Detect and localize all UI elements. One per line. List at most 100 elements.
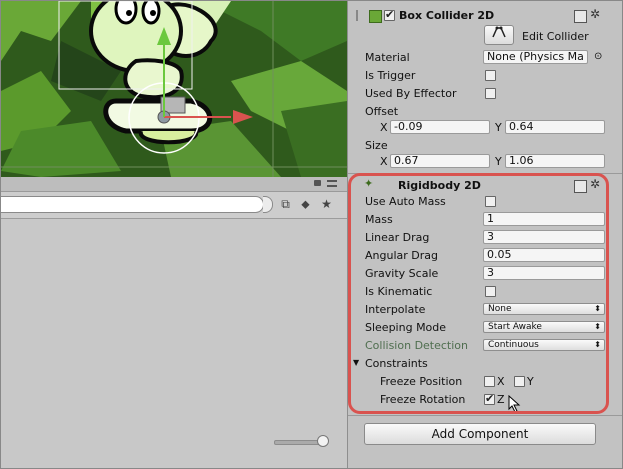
gravity-scale-row: Gravity Scale 3 [348,265,622,283]
freeze-position-row: Freeze Position X Y [348,373,622,391]
constraints-label: Constraints [365,357,428,370]
component-divider [348,173,622,174]
gravity-scale-label: Gravity Scale [365,267,439,280]
settings-gear-icon[interactable]: ✲ [590,7,600,21]
foldout-arrow-icon[interactable] [356,10,369,21]
box-collider-enabled-checkbox[interactable] [384,8,395,21]
freeze-position-x-label: X [497,375,505,388]
dropdown-arrow-icon: ⬍ [594,340,601,349]
size-label: Size [365,139,388,152]
lock-icon[interactable] [314,180,321,186]
offset-label: Offset [365,105,399,118]
sleeping-mode-label: Sleeping Mode [365,321,447,334]
offset-x-field[interactable]: -0.09 [390,120,490,134]
search-cancel-button[interactable] [263,196,273,213]
is-trigger-checkbox[interactable] [485,70,496,81]
freeze-rotation-z-label: Z [497,393,505,406]
constraints-row[interactable]: ▼ Constraints [348,355,622,373]
settings-gear-icon[interactable]: ✲ [590,177,600,191]
freeze-position-label: Freeze Position [380,375,463,388]
help-book-icon[interactable] [574,180,587,193]
angular-drag-row: Angular Drag 0.05 [348,247,622,265]
filter-type-icon[interactable]: ⧉ [278,197,293,211]
linear-drag-row: Linear Drag 3 [348,229,622,247]
is-kinematic-row: Is Kinematic [348,283,622,301]
material-field[interactable]: None (Physics Ma [483,50,588,64]
dropdown-arrow-icon: ⬍ [594,304,601,313]
physics-body-icon: ✦ [364,177,374,190]
offset-y-field[interactable]: 0.64 [505,120,605,134]
use-auto-mass-checkbox[interactable] [485,196,496,207]
dropdown-arrow-icon: ⬍ [594,322,601,331]
box-collider-header[interactable]: Box Collider 2D ✲ [348,6,622,26]
freeze-rotation-z-checkbox[interactable] [484,392,495,405]
angular-drag-field[interactable]: 0.05 [483,248,605,262]
linear-drag-field[interactable]: 3 [483,230,605,244]
collision-detection-row: Collision Detection Continuous ⬍ [348,337,622,355]
panel-tab-bar [1,177,347,192]
foldout-expanded-icon[interactable]: ▼ [353,358,359,367]
label-tag-icon[interactable]: ⬥ [298,197,313,211]
project-panel: ⧉ ⬥ ★ [1,177,347,468]
interpolate-row: Interpolate None ⬍ [348,301,622,319]
freeze-rotation-row: Freeze Rotation Z [348,391,622,413]
scene-artwork [1,1,347,177]
inspector-panel: Box Collider 2D ✲ Edit Collider Material… [347,1,622,468]
zoom-slider-thumb[interactable] [317,435,329,447]
search-input[interactable] [1,196,264,213]
is-trigger-row: Is Trigger [348,67,622,85]
offset-xy-row: X -0.09 Y 0.64 [348,119,622,137]
component-divider [348,415,622,416]
use-auto-mass-label: Use Auto Mass [365,195,446,208]
box-collider-icon [369,10,382,23]
sleeping-mode-row: Sleeping Mode Start Awake ⬍ [348,319,622,337]
favorite-star-icon[interactable]: ★ [319,197,334,211]
material-row: Material None (Physics Ma ⊙ [348,49,622,67]
interpolate-dropdown[interactable]: None ⬍ [483,303,605,315]
collision-detection-dropdown[interactable]: Continuous ⬍ [483,339,605,351]
size-y-field[interactable]: 1.06 [505,154,605,168]
edit-collider-button[interactable] [484,25,514,45]
size-x-field[interactable]: 0.67 [390,154,490,168]
freeze-position-y-label: Y [527,375,534,388]
is-trigger-label: Is Trigger [365,69,416,82]
mass-label: Mass [365,213,393,226]
panel-menu-icon[interactable] [327,180,337,187]
gravity-scale-field[interactable]: 3 [483,266,605,280]
sleeping-mode-value: Start Awake [488,322,542,332]
freeze-position-x-checkbox[interactable] [484,376,495,387]
is-kinematic-label: Is Kinematic [365,285,433,298]
search-toolbar: ⧉ ⬥ ★ [1,192,347,219]
mass-row: Mass 1 [348,211,622,229]
rigidbody-header[interactable]: ✦ Rigidbody 2D ✲ [348,175,622,195]
used-by-effector-label: Used By Effector [365,87,457,100]
angular-drag-label: Angular Drag [365,249,438,262]
unity-editor-window: ⧉ ⬥ ★ Box Collider 2D ✲ Edit Collider Ma… [0,0,623,469]
add-component-button[interactable]: Add Component [364,423,596,445]
freeze-rotation-label: Freeze Rotation [380,393,466,406]
offset-x-label: X [380,121,388,134]
collision-detection-value: Continuous [488,340,539,350]
used-by-effector-checkbox[interactable] [485,88,496,99]
interpolate-label: Interpolate [365,303,426,316]
interpolate-value: None [488,304,512,314]
size-x-label: X [380,155,388,168]
mass-field[interactable]: 1 [483,212,605,226]
freeze-position-y-checkbox[interactable] [514,376,525,387]
size-y-label: Y [495,155,502,168]
sleeping-mode-dropdown[interactable]: Start Awake ⬍ [483,321,605,333]
linear-drag-label: Linear Drag [365,231,430,244]
is-kinematic-checkbox[interactable] [485,286,496,297]
used-by-effector-row: Used By Effector [348,85,622,103]
edit-collider-icon [492,26,506,38]
size-xy-row: X 0.67 Y 1.06 [348,153,622,171]
offset-y-label: Y [495,121,502,134]
rigidbody-title: Rigidbody 2D [398,179,481,192]
object-picker-icon[interactable]: ⊙ [594,51,602,62]
scene-view[interactable] [1,1,347,177]
collision-detection-label: Collision Detection [365,339,469,352]
edit-collider-label: Edit Collider [522,30,589,43]
help-book-icon[interactable] [574,10,587,23]
use-auto-mass-row: Use Auto Mass [348,193,622,211]
box-collider-title: Box Collider 2D [399,9,495,22]
